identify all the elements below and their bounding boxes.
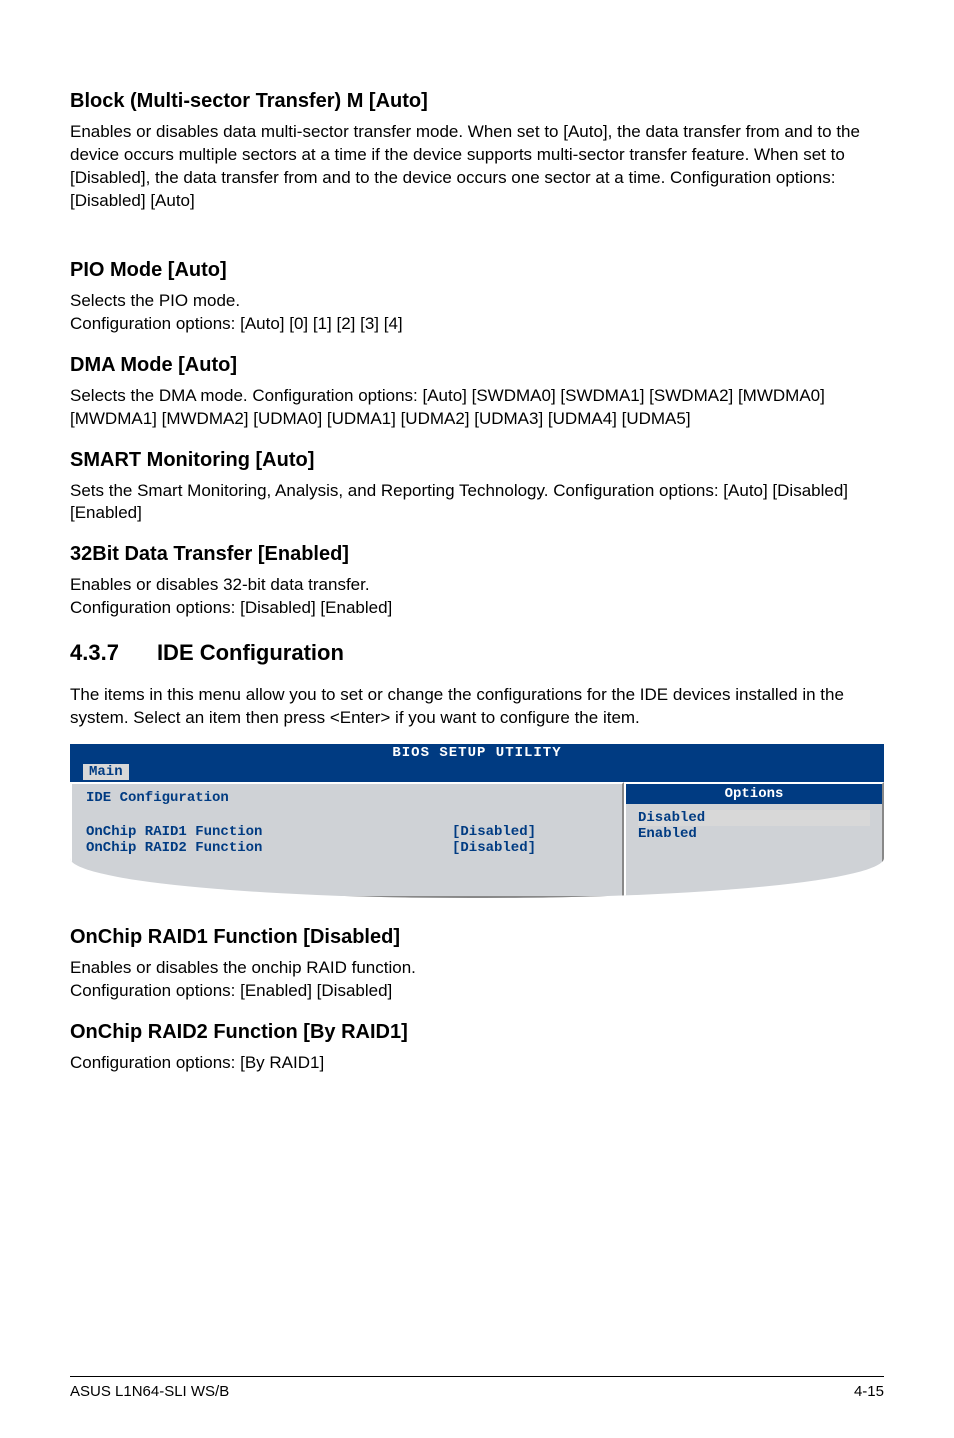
bios-left-pane: IDE Configuration OnChip RAID1 Function …	[70, 782, 624, 898]
bios-tab-row: Main	[70, 762, 884, 782]
footer-right: 4-15	[854, 1383, 884, 1400]
bios-setting-label: OnChip RAID1 Function	[86, 824, 262, 840]
bios-option-item[interactable]: Enabled	[638, 826, 870, 842]
bios-options-pane: Options Disabled Enabled	[624, 782, 884, 898]
paragraph-block-multisector: Enables or disables data multi-sector tr…	[70, 121, 884, 213]
paragraph-raid1-l1: Enables or disables the onchip RAID func…	[70, 957, 884, 980]
heading-32bit-transfer: 32Bit Data Transfer [Enabled]	[70, 543, 884, 566]
paragraph-raid1-l2: Configuration options: [Enabled] [Disabl…	[70, 980, 884, 1003]
paragraph-dma: Selects the DMA mode. Configuration opti…	[70, 385, 884, 431]
bios-setting-row[interactable]: OnChip RAID2 Function [Disabled]	[86, 840, 536, 856]
heading-block-multisector: Block (Multi-sector Transfer) M [Auto]	[70, 90, 884, 113]
paragraph-ide-config: The items in this menu allow you to set …	[70, 684, 884, 730]
page-footer: ASUS L1N64-SLI WS/B 4-15	[70, 1376, 884, 1400]
paragraph-pio-l1: Selects the PIO mode.	[70, 290, 884, 313]
heading-smart-monitoring: SMART Monitoring [Auto]	[70, 449, 884, 472]
bios-pane-title: IDE Configuration	[86, 790, 608, 806]
bios-options-header: Options	[626, 784, 882, 804]
bios-setting-label: OnChip RAID2 Function	[86, 840, 262, 856]
section-number: 4.3.7	[70, 640, 119, 666]
heading-dma-mode: DMA Mode [Auto]	[70, 354, 884, 377]
paragraph-32bit-l2: Configuration options: [Disabled] [Enabl…	[70, 597, 884, 620]
heading-pio-mode: PIO Mode [Auto]	[70, 259, 884, 282]
paragraph-pio-l2: Configuration options: [Auto] [0] [1] [2…	[70, 313, 884, 336]
bios-setup-panel: BIOS SETUP UTILITY Main IDE Configuratio…	[70, 744, 884, 898]
paragraph-32bit-l1: Enables or disables 32-bit data transfer…	[70, 574, 884, 597]
footer-left: ASUS L1N64-SLI WS/B	[70, 1383, 229, 1400]
bios-option-item[interactable]: Disabled	[638, 810, 870, 826]
heading-onchip-raid1: OnChip RAID1 Function [Disabled]	[70, 926, 884, 949]
bios-title-bar: BIOS SETUP UTILITY	[70, 744, 884, 762]
heading-onchip-raid2: OnChip RAID2 Function [By RAID1]	[70, 1021, 884, 1044]
bios-setting-value: [Disabled]	[452, 840, 536, 856]
bios-tab-main[interactable]: Main	[82, 763, 130, 780]
paragraph-smart: Sets the Smart Monitoring, Analysis, and…	[70, 480, 884, 526]
bios-setting-value: [Disabled]	[452, 824, 536, 840]
section-title: IDE Configuration	[157, 640, 344, 666]
bios-setting-row[interactable]: OnChip RAID1 Function [Disabled]	[86, 824, 536, 840]
paragraph-raid2: Configuration options: [By RAID1]	[70, 1052, 884, 1075]
